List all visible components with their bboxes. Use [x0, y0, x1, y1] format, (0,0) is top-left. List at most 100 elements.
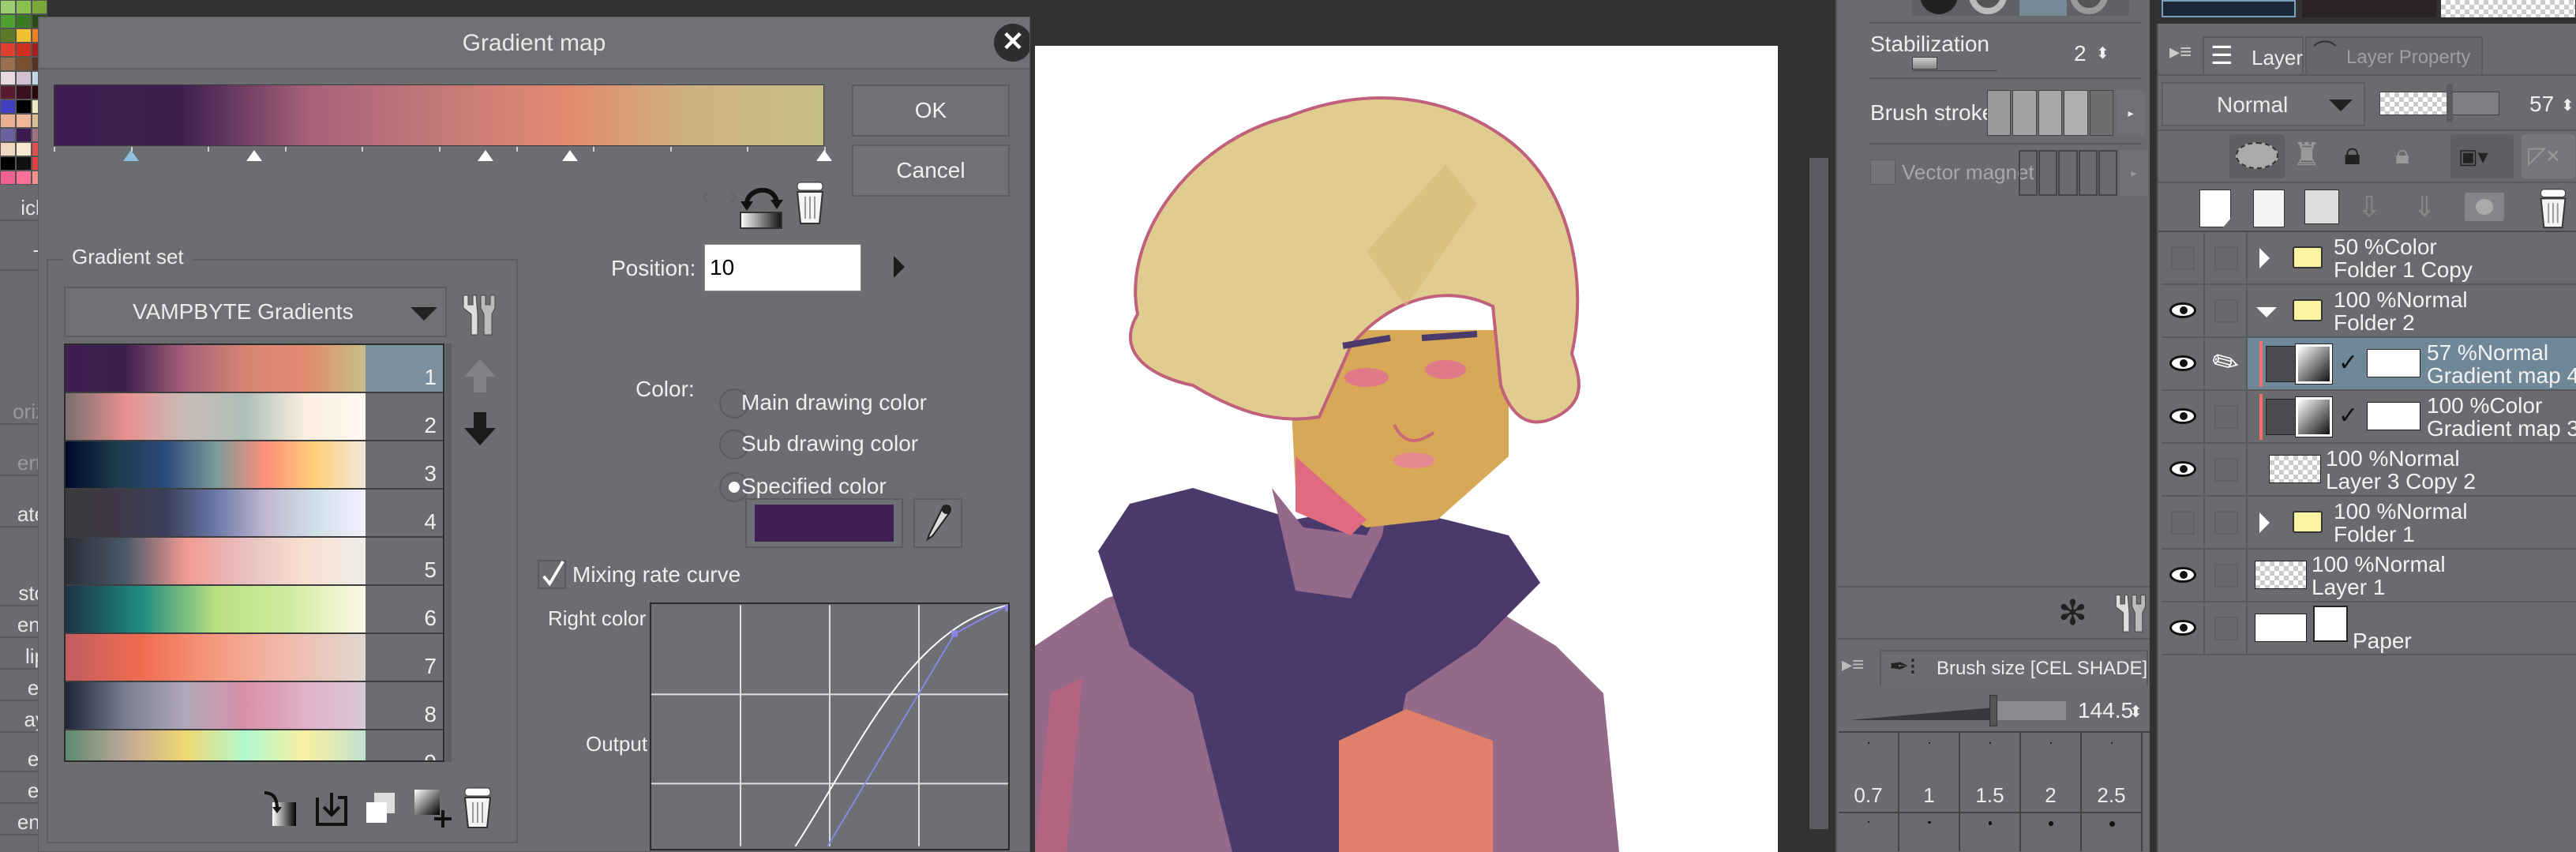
- expand-arrow-right-icon[interactable]: [2259, 512, 2270, 533]
- visibility-toggle[interactable]: [2162, 444, 2205, 495]
- gradient-list-item[interactable]: 8: [66, 682, 443, 730]
- cancel-button[interactable]: Cancel: [852, 145, 1010, 197]
- visibility-toggle[interactable]: [2162, 602, 2205, 654]
- layer-lock-cell[interactable]: [2205, 232, 2248, 283]
- tab-layer-property[interactable]: ⌒ Layer Property: [2305, 36, 2483, 74]
- layer-list[interactable]: 50 %Color Folder 1 Copy 100 %Normal Folder …: [2162, 232, 2576, 848]
- palette-swatch[interactable]: [0, 171, 16, 185]
- palette-swatch[interactable]: [16, 128, 32, 142]
- sub-color-swatch[interactable]: [2302, 0, 2436, 17]
- palette-swatch[interactable]: [0, 0, 16, 14]
- color-option-label[interactable]: Specified color: [741, 474, 887, 499]
- vector-magnet-checkbox[interactable]: [1870, 160, 1895, 185]
- position-input[interactable]: [704, 244, 861, 291]
- visibility-toggle[interactable]: [2162, 232, 2205, 283]
- brush-size-preset[interactable]: 1.5: [1960, 733, 2021, 851]
- palette-swatch[interactable]: [16, 85, 32, 99]
- palette-swatch[interactable]: [16, 28, 32, 43]
- main-color-swatch[interactable]: [2162, 0, 2296, 17]
- ok-button[interactable]: OK: [852, 84, 1010, 137]
- create-mask-icon[interactable]: [2465, 193, 2504, 221]
- palette-swatch[interactable]: [0, 14, 16, 28]
- layer-row[interactable]: 50 %Color Folder 1 Copy: [2162, 232, 2576, 285]
- eyedropper-button[interactable]: [913, 498, 962, 548]
- delete-stop-icon[interactable]: [793, 179, 827, 227]
- gradient-list-item[interactable]: 4: [66, 490, 443, 538]
- canvas-vertical-scrollbar[interactable]: [1809, 158, 1828, 829]
- palette-swatch[interactable]: [0, 57, 16, 71]
- palette-swatch[interactable]: [16, 142, 32, 156]
- gradient-list-item[interactable]: 6: [66, 586, 443, 634]
- palette-swatch[interactable]: [0, 156, 16, 171]
- layer-lock-cell[interactable]: [2205, 444, 2248, 495]
- clip-to-layer-below-icon[interactable]: [2229, 134, 2285, 178]
- layer-row[interactable]: ✓ 100 %Color Gradient map 3: [2162, 391, 2576, 444]
- close-button[interactable]: ✕: [994, 24, 1029, 62]
- layer-row[interactable]: 100 %Normal Layer 3 Copy 2: [2162, 444, 2576, 497]
- gradient-set-dropdown[interactable]: VAMPBYTE Gradients: [64, 287, 447, 337]
- palette-swatch[interactable]: [0, 28, 16, 43]
- visibility-toggle[interactable]: [2162, 285, 2205, 336]
- gradient-list-item[interactable]: 7: [66, 634, 443, 682]
- brush-size-tab[interactable]: ✒⁝ Brush size [CEL SHADE]: [1880, 650, 2148, 685]
- layer-lock-cell[interactable]: [2205, 497, 2248, 548]
- brush-size-preset[interactable]: 1: [1899, 733, 1960, 851]
- import-gradient-icon[interactable]: [261, 790, 299, 828]
- palette-swatch[interactable]: [16, 43, 32, 57]
- visibility-toggle[interactable]: [2162, 338, 2205, 389]
- palette-swatch[interactable]: [32, 0, 47, 14]
- gradient-preview-bar[interactable]: [54, 84, 824, 146]
- wrench-settings-icon[interactable]: [459, 292, 497, 336]
- layer-lock-cell[interactable]: ✎: [2205, 338, 2248, 389]
- new-folder-icon[interactable]: [2304, 190, 2339, 224]
- next-stop-icon[interactable]: ›: [729, 183, 737, 210]
- delete-gradient-icon[interactable]: [460, 785, 495, 831]
- palette-swatch[interactable]: [0, 99, 16, 114]
- move-up-icon[interactable]: [464, 359, 496, 377]
- palette-swatch[interactable]: [0, 128, 16, 142]
- layer-row[interactable]: 100 %Normal Folder 2: [2162, 285, 2576, 338]
- specified-color-well[interactable]: [745, 498, 903, 548]
- palette-swatch[interactable]: [0, 114, 16, 128]
- palette-swatch[interactable]: [16, 14, 32, 28]
- layer-lock-cell[interactable]: [2205, 602, 2248, 654]
- gradient-stop-marker[interactable]: [561, 150, 578, 161]
- palette-swatch[interactable]: [16, 171, 32, 185]
- anti-alias-none-icon[interactable]: [1920, 0, 1958, 14]
- layer-lock-cell[interactable]: [2205, 285, 2248, 336]
- lock-layer-icon[interactable]: 🔒︎: [2344, 134, 2360, 174]
- mask-toggle-icon[interactable]: ▣▾: [2450, 134, 2514, 178]
- gradient-list[interactable]: 1 2 3 4 5 6 7 8 9: [64, 343, 444, 762]
- opacity-spinner-icon[interactable]: ⬍: [2561, 93, 2574, 118]
- brush-size-value[interactable]: 144.5: [2078, 698, 2133, 723]
- brush-size-spinner-icon[interactable]: ⬍: [2129, 700, 2143, 725]
- visibility-toggle[interactable]: [2162, 550, 2205, 601]
- layer-row[interactable]: ✎ ✓ 57 %Normal Gradient map 4: [2162, 338, 2576, 391]
- move-down-icon[interactable]: [464, 428, 496, 445]
- reference-layer-icon[interactable]: ♜: [2293, 136, 2321, 174]
- layer-row[interactable]: 100 %Normal Folder 1: [2162, 497, 2576, 550]
- gradient-list-item[interactable]: 3: [66, 441, 443, 490]
- merge-with-layer-below-icon[interactable]: ⇓: [2413, 190, 2436, 224]
- gradient-stop-marker[interactable]: [246, 150, 262, 161]
- gradient-list-item[interactable]: 1: [66, 345, 443, 393]
- expand-arrow-right-icon[interactable]: [2259, 248, 2270, 268]
- new-vector-layer-icon[interactable]: [2253, 190, 2285, 227]
- gradient-stop-marker[interactable]: [816, 150, 832, 161]
- gradient-stop-marker[interactable]: [122, 150, 139, 161]
- wrench-settings-icon[interactable]: [2109, 592, 2149, 633]
- layer-row[interactable]: Paper: [2162, 602, 2576, 655]
- mixing-rate-curve-graph[interactable]: [650, 602, 1010, 850]
- opacity-value[interactable]: 57: [2529, 92, 2554, 117]
- mixing-rate-checkbox[interactable]: [538, 560, 566, 589]
- brush-size-handle[interactable]: [1989, 695, 1997, 726]
- new-raster-layer-icon[interactable]: [2199, 190, 2231, 227]
- layer-row[interactable]: 100 %Normal Layer 1: [2162, 550, 2576, 602]
- reset-tool-icon[interactable]: ✻: [2058, 594, 2087, 633]
- palette-swatch[interactable]: [16, 71, 32, 85]
- visibility-toggle[interactable]: [2162, 391, 2205, 442]
- anti-alias-medium-icon[interactable]: [2019, 0, 2067, 16]
- canvas[interactable]: [1035, 46, 1778, 852]
- add-gradient-icon[interactable]: [411, 786, 452, 831]
- visibility-toggle[interactable]: [2162, 497, 2205, 548]
